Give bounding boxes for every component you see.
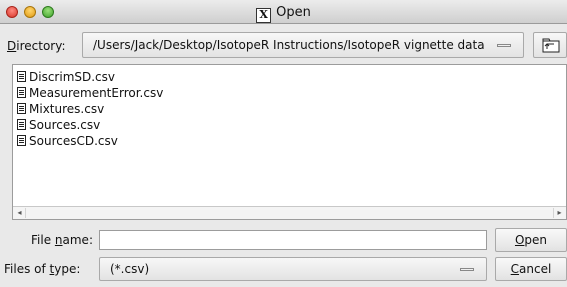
horizontal-scrollbar[interactable]: ◂ ▸ [13,206,566,219]
window-title: Open [276,5,311,20]
up-folder-icon [542,38,560,53]
scroll-left-icon[interactable]: ◂ [14,208,26,218]
file-list[interactable]: DiscrimSD.csv MeasurementError.csv Mixtu… [12,64,567,220]
x11-icon: X [256,8,272,23]
file-type-value: (*.csv) [110,262,150,276]
cancel-button[interactable]: Cancel [495,257,567,281]
minimize-window-button[interactable] [24,6,36,18]
file-item[interactable]: DiscrimSD.csv [17,69,115,85]
file-icon [17,103,26,114]
file-icon [17,71,26,82]
file-type-label: Files of type: [4,262,81,276]
file-item[interactable]: Sources.csv [17,117,100,133]
scroll-right-icon[interactable]: ▸ [553,208,565,218]
file-name-label: File name: [31,233,93,247]
file-icon [17,135,26,146]
combo-arrow-icon [497,44,511,47]
zoom-window-button[interactable] [42,6,54,18]
open-button[interactable]: Open [495,228,567,252]
directory-path: /Users/Jack/Desktop/IsotopeR Instruction… [93,38,485,52]
close-window-button[interactable] [6,6,18,18]
combo-arrow-icon [460,268,474,271]
file-item[interactable]: Mixtures.csv [17,101,104,117]
file-item[interactable]: MeasurementError.csv [17,85,163,101]
file-item[interactable]: SourcesCD.csv [17,133,118,149]
window-title-area: X Open [0,0,567,24]
title-bar: X Open [0,0,567,24]
directory-combo[interactable]: /Users/Jack/Desktop/IsotopeR Instruction… [82,32,524,58]
file-type-combo[interactable]: (*.csv) [99,257,487,281]
file-icon [17,119,26,130]
directory-label: Directory: [7,39,66,53]
file-icon [17,87,26,98]
file-name-input[interactable] [99,230,487,250]
up-folder-button[interactable] [533,32,567,58]
